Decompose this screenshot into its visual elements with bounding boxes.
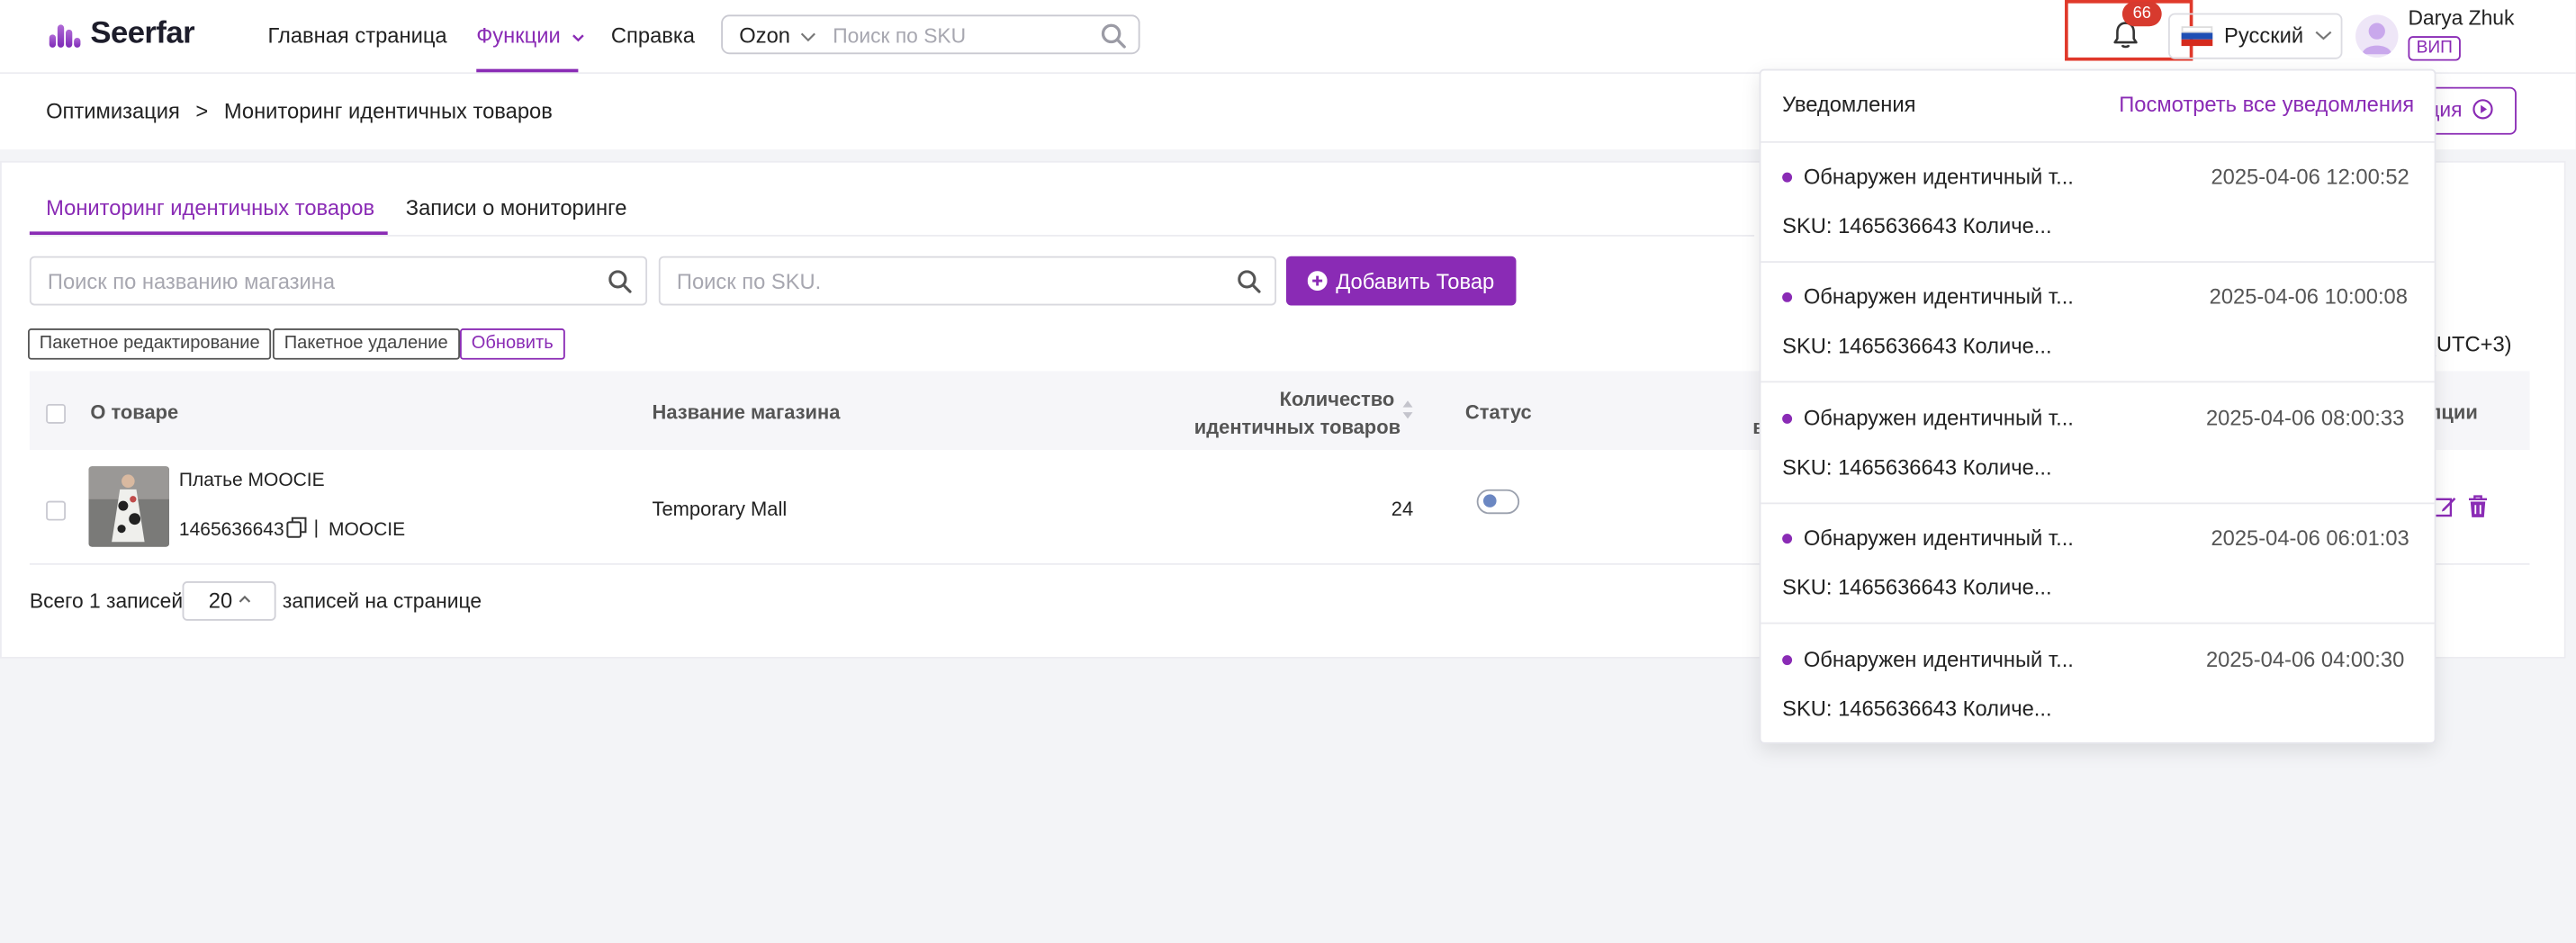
batch-edit-button[interactable]: Пакетное редактирование	[28, 328, 272, 360]
chevron-down-icon	[800, 32, 815, 42]
search-icon[interactable]	[1237, 269, 1261, 293]
platform-select[interactable]: Ozon	[739, 23, 815, 48]
tab-active-underline	[29, 231, 388, 235]
divider	[1761, 622, 2435, 624]
logo-mark-icon	[49, 22, 83, 48]
add-product-label: Добавить Товар	[1336, 268, 1495, 293]
nav-functions[interactable]: Функции	[476, 23, 584, 48]
unread-dot-icon	[1782, 172, 1793, 183]
notification-body: SKU: 1465636643 Количе...	[1782, 454, 2052, 480]
avatar[interactable]	[2355, 14, 2399, 58]
divider	[1761, 140, 2435, 143]
divider	[1761, 502, 2435, 505]
sku-search-input[interactable]: Поиск по SKU	[833, 24, 966, 48]
tabs-divider	[29, 234, 1755, 237]
chevron-down-icon	[2315, 31, 2332, 40]
product-title[interactable]: Платье MOOCIE	[179, 472, 325, 491]
notification-title[interactable]: Обнаружен идентичный т...	[1804, 284, 2074, 309]
breadcrumb-separator: >	[195, 98, 209, 123]
notification-title[interactable]: Обнаружен идентичный т...	[1804, 165, 2074, 189]
batch-delete-button[interactable]: Пакетное удаление	[272, 328, 460, 360]
view-all-notifications-link[interactable]: Посмотреть все уведомления	[2119, 92, 2414, 116]
page-size-value: 20	[208, 588, 233, 613]
notification-body: SKU: 1465636643 Количе...	[1782, 696, 2052, 722]
notification-body: SKU: 1465636643 Количе...	[1782, 574, 2052, 600]
logo[interactable]: Seerfar	[49, 16, 195, 52]
notification-time: 2025-04-06 10:00:08	[2209, 283, 2408, 310]
breadcrumb-current: Мониторинг идентичных товаров	[223, 98, 553, 123]
plus-circle-icon	[1308, 271, 1329, 292]
product-sku: 1465636643	[178, 520, 284, 541]
header-product: О товаре	[90, 400, 179, 424]
tab-monitoring[interactable]: Мониторинг идентичных товаров	[46, 195, 374, 220]
notification-body: SKU: 1465636643 Количе...	[1782, 213, 2052, 238]
notification-count-badge: 66	[2121, 1, 2162, 27]
unread-dot-icon	[1782, 534, 1793, 544]
notification-title[interactable]: Обнаружен идентичный т...	[1804, 406, 2074, 430]
russia-flag-icon	[2181, 26, 2213, 47]
user-name[interactable]: Darya Zhuk	[2408, 6, 2514, 30]
notifications-title: Уведомления	[1782, 92, 1916, 117]
notification-time: 2025-04-06 12:00:52	[2211, 164, 2409, 189]
unread-dot-icon	[1782, 655, 1793, 666]
search-icon[interactable]	[608, 269, 632, 293]
trash-icon[interactable]	[2467, 494, 2489, 518]
status-toggle[interactable]	[1476, 489, 1520, 515]
notification-title[interactable]: Обнаружен идентичный т...	[1804, 525, 2074, 550]
nav-help[interactable]: Справка	[611, 23, 695, 48]
tab-records[interactable]: Записи о мониторинге	[406, 195, 627, 220]
notification-time: 2025-04-06 08:00:33	[2205, 405, 2405, 431]
nav-home[interactable]: Главная страница	[267, 23, 446, 48]
edit-icon[interactable]	[2433, 494, 2457, 518]
store-search-placeholder: Поиск по названию магазина	[47, 269, 336, 294]
header-count-line1: Количество	[1279, 387, 1395, 411]
notification-body: SKU: 1465636643 Количе...	[1782, 333, 2052, 358]
header-count-line2: идентичных товаров	[1193, 415, 1401, 439]
logo-text: Seerfar	[90, 16, 195, 51]
breadcrumb: Оптимизация > Мониторинг идентичных това…	[46, 99, 553, 123]
notification-title[interactable]: Обнаружен идентичный т...	[1804, 647, 2074, 671]
header-status: Статус	[1464, 400, 1532, 424]
store-name: Temporary Mall	[652, 497, 788, 521]
search-icon[interactable]	[1101, 23, 1127, 49]
play-circle-icon	[2472, 99, 2493, 120]
unread-dot-icon	[1782, 413, 1793, 424]
vip-badge: ВИП	[2408, 36, 2462, 61]
notification-time: 2025-04-06 06:01:03	[2211, 525, 2409, 551]
chevron-up-icon	[239, 595, 251, 603]
select-all-checkbox[interactable]	[46, 403, 66, 424]
row-checkbox[interactable]	[46, 500, 66, 521]
header-store: Название магазина	[652, 400, 841, 424]
per-page-label: записей на странице	[282, 589, 482, 613]
divider	[1761, 381, 2435, 383]
user-icon	[2362, 22, 2392, 55]
chevron-down-icon	[572, 33, 584, 41]
product-image	[88, 466, 169, 547]
product-brand: MOOCIE	[329, 520, 406, 541]
total-records: Всего 1 записей	[29, 589, 184, 613]
product-separator: |	[313, 518, 320, 539]
language-label: Русский	[2224, 22, 2304, 48]
header-options: пции	[2429, 400, 2478, 424]
nav-functions-label: Функции	[476, 22, 561, 48]
sort-icon[interactable]	[1401, 399, 1415, 420]
identical-count: 24	[1391, 497, 1414, 521]
notification-time: 2025-04-06 04:00:30	[2205, 647, 2405, 672]
platform-value: Ozon	[739, 22, 790, 48]
copy-icon[interactable]	[286, 516, 308, 539]
refresh-button[interactable]: Обновить	[460, 328, 565, 360]
breadcrumb-root[interactable]: Оптимизация	[46, 99, 180, 123]
sku-filter-placeholder: Поиск по SKU.	[676, 269, 822, 294]
divider	[1761, 261, 2435, 263]
nav-active-underline	[476, 68, 579, 73]
product-thumbnail[interactable]	[88, 466, 169, 547]
unread-dot-icon	[1782, 292, 1793, 302]
add-product-button[interactable]: Добавить Товар	[1285, 256, 1517, 306]
